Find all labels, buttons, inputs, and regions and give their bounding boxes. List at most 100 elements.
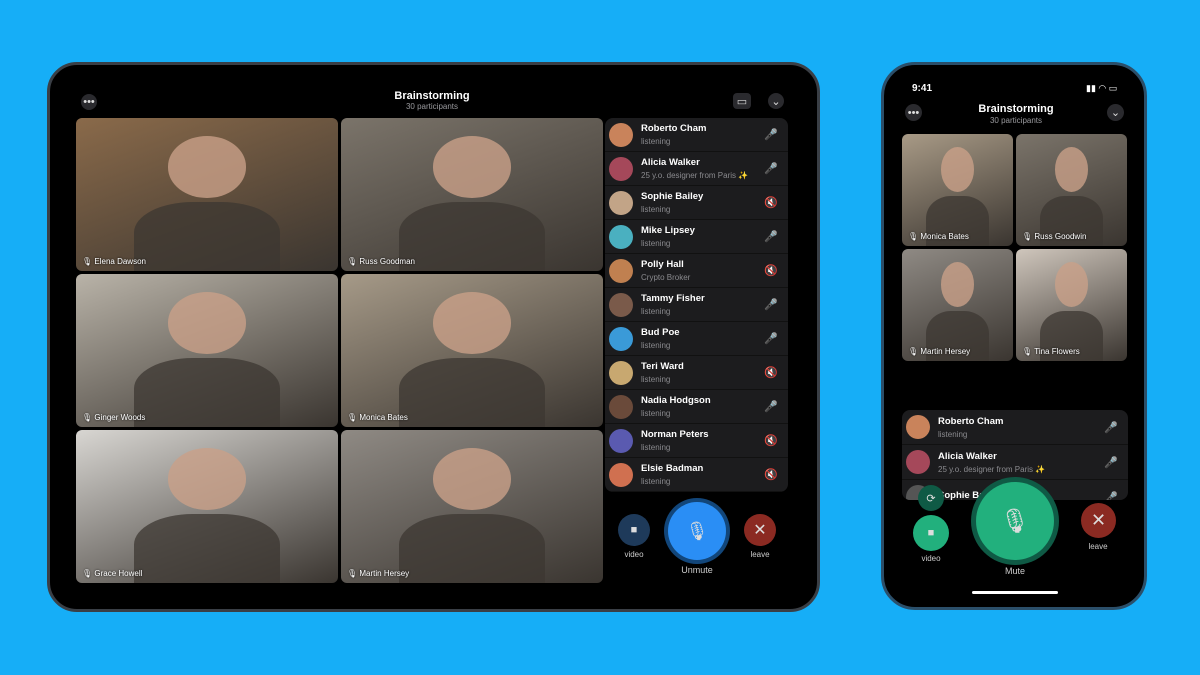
more-options-icon[interactable]: ••• — [81, 94, 97, 110]
participant-status: listening — [641, 239, 671, 248]
mic-muted-icon[interactable]: 🔇 — [764, 264, 778, 277]
participant-row[interactable]: Tammy Fisher listening 🎤 — [605, 288, 788, 322]
video-button[interactable]: ■ — [913, 515, 949, 551]
unmute-button[interactable]: 🎙 — [668, 502, 726, 560]
mic-icon[interactable]: 🎤 — [1104, 456, 1118, 469]
participant-row[interactable]: Alicia Walker 25 y.o. designer from Paris… — [902, 445, 1128, 480]
avatar — [906, 450, 930, 474]
participant-row[interactable]: Teri Ward listening 🔇 — [605, 356, 788, 390]
avatar — [906, 415, 930, 439]
video-tile[interactable]: 🎙 Elena Dawson — [76, 118, 338, 271]
tile-name-label: 🎙 Tina Flowers — [1022, 347, 1080, 356]
unmute-label: Unmute — [681, 565, 713, 575]
participant-status: listening — [641, 205, 671, 214]
participant-video — [133, 202, 281, 271]
mic-icon[interactable]: 🎤 — [764, 400, 778, 413]
participant-video — [432, 292, 512, 354]
participant-name: Tammy Fisher — [641, 293, 705, 304]
participant-video — [167, 136, 247, 198]
video-button[interactable]: ■ — [618, 514, 650, 546]
video-tile[interactable]: 🎙 Monica Bates — [902, 134, 1013, 246]
leave-button[interactable]: ✕ — [1081, 503, 1116, 538]
participant-name: Alicia Walker — [938, 450, 997, 462]
tile-name-label: 🎙 Russ Goodman — [347, 257, 415, 266]
mic-icon[interactable]: 🎤 — [764, 162, 778, 175]
participant-name: Nadia Hodgson — [641, 395, 711, 406]
video-tile[interactable]: 🎙 Monica Bates — [341, 274, 603, 427]
avatar — [609, 190, 633, 215]
video-tile[interactable]: 🎙 Russ Goodwin — [1016, 134, 1127, 246]
video-tile[interactable]: 🎙 Russ Goodman — [341, 118, 603, 271]
video-camera-icon: ■ — [927, 527, 935, 539]
participant-row[interactable]: Bud Poe listening 🎤 — [605, 322, 788, 356]
participant-row[interactable]: Roberto Cham listening 🎤 — [902, 410, 1128, 445]
participant-row[interactable]: Norman Peters listening 🔇 — [605, 424, 788, 458]
mic-muted-icon[interactable]: 🔇 — [764, 196, 778, 209]
tile-name-label: 🎙 Elena Dawson — [82, 257, 146, 266]
participant-count: 30 participants — [405, 102, 459, 111]
avatar — [609, 428, 633, 453]
leave-button[interactable]: ✕ — [744, 514, 776, 546]
participant-name: Teri Ward — [641, 361, 684, 372]
participant-row[interactable]: Roberto Cham listening 🎤 — [605, 118, 788, 152]
participant-video — [133, 514, 281, 583]
participant-video — [398, 514, 546, 583]
mic-icon[interactable]: 🎤 — [764, 332, 778, 345]
tile-name-label: 🎙 Grace Howell — [82, 569, 143, 578]
avatar — [609, 462, 633, 487]
mic-icon[interactable]: 🎤 — [764, 128, 778, 141]
participant-status: listening — [641, 341, 671, 350]
mic-muted-icon[interactable]: 🔇 — [764, 434, 778, 447]
participant-name: Sophie Bailey — [641, 191, 704, 202]
mic-icon[interactable]: 🎤 — [1104, 491, 1118, 501]
tile-name-label: 🎙 Monica Bates — [908, 232, 969, 241]
mic-muted-icon[interactable]: 🔇 — [764, 468, 778, 481]
participant-video — [398, 202, 546, 271]
video-tile[interactable]: 🎙 Tina Flowers — [1016, 249, 1127, 361]
more-options-icon[interactable]: ••• — [905, 104, 922, 121]
avatar — [609, 224, 633, 249]
video-label: video — [921, 554, 941, 563]
participant-name: Polly Hall — [641, 259, 684, 270]
video-tile[interactable]: 🎙 Martin Hersey — [341, 430, 603, 583]
close-icon: ✕ — [1090, 510, 1107, 530]
participant-list[interactable]: Roberto Cham listening 🎤 Alicia Walker 25 y.… — [605, 118, 788, 492]
call-title: Brainstorming — [394, 90, 470, 102]
chevron-down-icon[interactable]: ⌄ — [1107, 104, 1124, 121]
chevron-down-icon[interactable]: ⌄ — [768, 93, 784, 109]
video-off-icon: ■ — [630, 524, 638, 536]
participant-row[interactable]: Mike Lipsey listening 🎤 — [605, 220, 788, 254]
participant-video — [167, 448, 247, 510]
mic-icon[interactable]: 🎤 — [764, 230, 778, 243]
avatar — [609, 292, 633, 317]
participant-row[interactable]: Nadia Hodgson listening 🎤 — [605, 390, 788, 424]
participant-video — [432, 448, 512, 510]
video-tile[interactable]: 🎙 Martin Hersey — [902, 249, 1013, 361]
flip-camera-button[interactable]: ⟳ — [918, 485, 944, 511]
participant-row[interactable]: Sophie Bailey listening 🔇 — [605, 186, 788, 220]
participant-status: listening — [938, 429, 968, 439]
participant-video — [398, 358, 546, 427]
participant-row[interactable]: Elsie Badman listening 🔇 — [605, 458, 788, 492]
participant-status: listening — [641, 443, 671, 452]
video-tile[interactable]: 🎙 Grace Howell — [76, 430, 338, 583]
participant-status: listening — [641, 307, 671, 316]
participant-row[interactable]: Polly Hall Crypto Broker 🔇 — [605, 254, 788, 288]
video-tile[interactable]: 🎙 Ginger Woods — [76, 274, 338, 427]
picture-in-picture-icon[interactable]: ▭ — [733, 93, 751, 109]
mic-muted-icon[interactable]: 🔇 — [764, 366, 778, 379]
mute-button[interactable]: 🎙 — [976, 482, 1054, 560]
mute-label: Mute — [1004, 566, 1025, 576]
video-label: video — [624, 550, 644, 559]
participant-name: Roberto Cham — [641, 123, 707, 134]
participant-row[interactable]: Alicia Walker 25 y.o. designer from Paris… — [605, 152, 788, 186]
participant-name: Elsie Badman — [641, 463, 704, 474]
participant-video — [940, 147, 975, 193]
participant-status: listening — [641, 137, 671, 146]
mic-icon[interactable]: 🎤 — [764, 298, 778, 311]
mic-icon[interactable]: 🎤 — [1104, 421, 1118, 434]
leave-label: leave — [750, 550, 770, 559]
participant-video — [1054, 262, 1089, 308]
participant-status: listening — [641, 375, 671, 384]
call-title: Brainstorming — [978, 103, 1054, 115]
